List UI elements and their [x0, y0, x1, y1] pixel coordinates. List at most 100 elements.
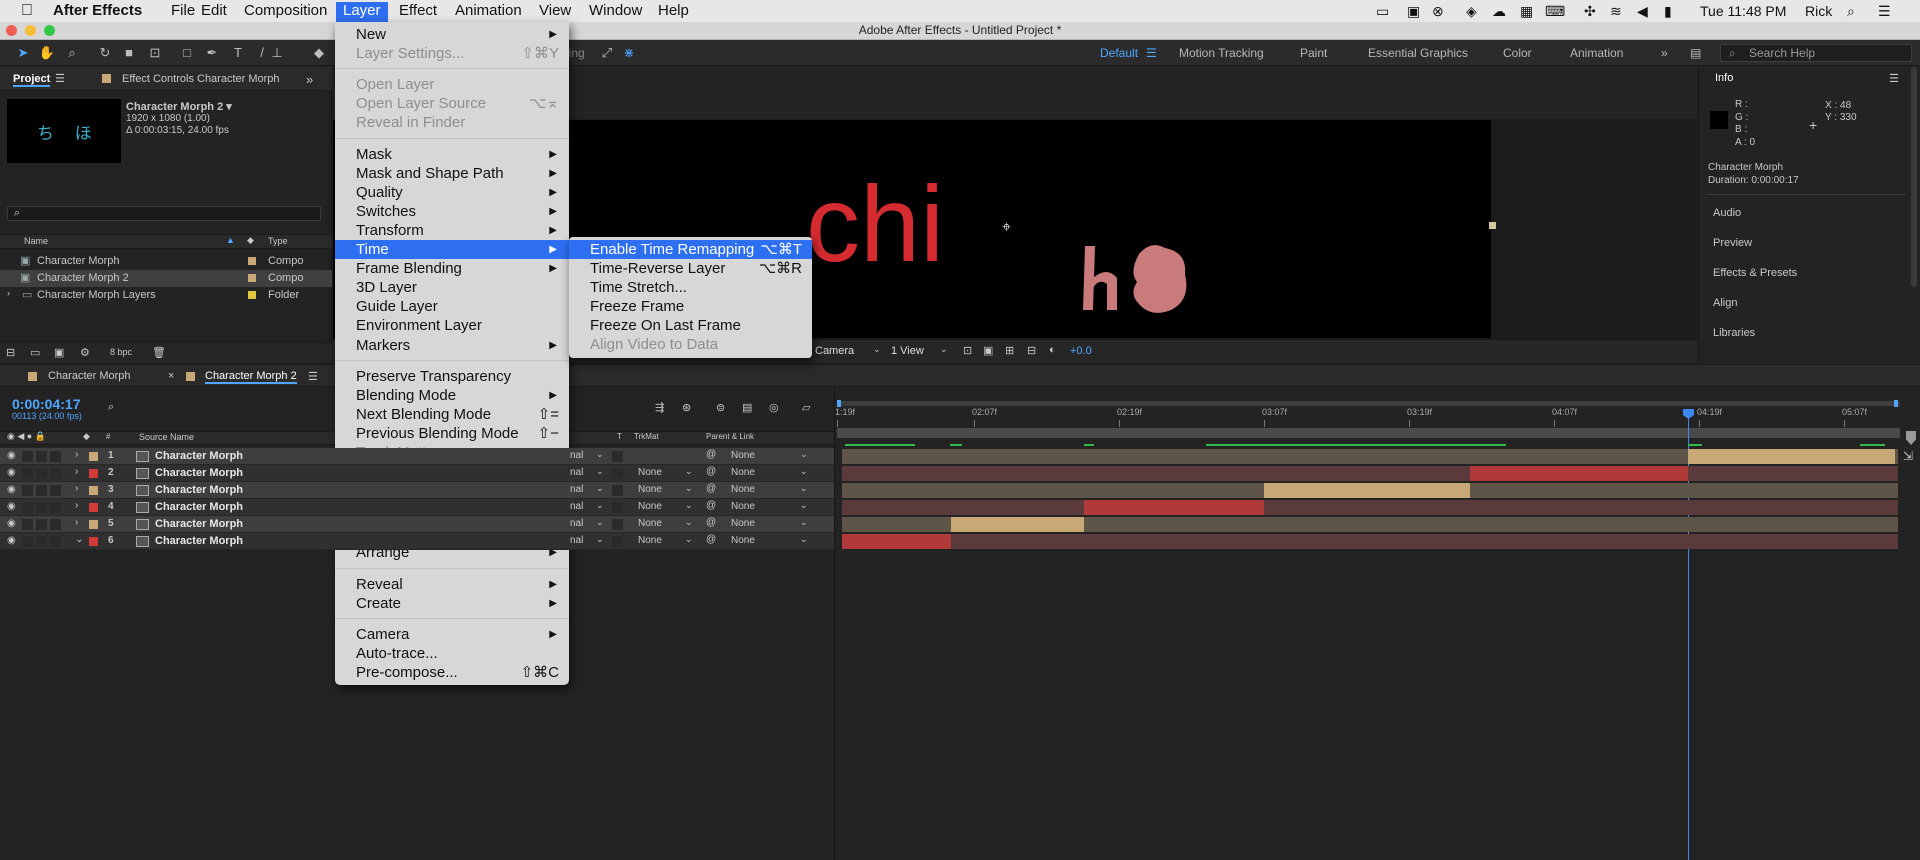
col-parent-link[interactable]: Parent & Link [706, 432, 754, 441]
track-matte-dropdown[interactable]: None [638, 484, 662, 495]
pickwhip-icon[interactable]: @ [706, 517, 716, 528]
layer-active-bar[interactable] [1264, 483, 1470, 498]
switch-box[interactable] [50, 536, 61, 547]
label-column-icon[interactable]: ◆ [247, 235, 254, 246]
layer-label-swatch[interactable] [89, 469, 98, 478]
layer-active-bar[interactable] [951, 517, 1084, 532]
exposure-value[interactable]: +0.0 [1070, 345, 1092, 357]
menu-app-name[interactable]: After Effects [46, 2, 149, 22]
twirl-arrow-icon[interactable]: › [75, 500, 78, 511]
panel-align[interactable]: Align [1713, 297, 1737, 309]
preserve-transparency-box[interactable] [612, 451, 623, 462]
battery-icon[interactable]: ▮ [1664, 2, 1672, 20]
layer-label-swatch[interactable] [89, 452, 98, 461]
menu-effect[interactable]: Effect [392, 2, 444, 22]
layer-menu-camera[interactable]: Camera ▶ [335, 625, 569, 644]
project-menu-icon[interactable]: ☰ [55, 72, 65, 85]
script-icon[interactable]: ▣ [1407, 2, 1420, 20]
layer-label-swatch[interactable] [89, 486, 98, 495]
menu-window[interactable]: Window [582, 2, 649, 22]
switch-box[interactable] [22, 502, 33, 513]
marker-icon[interactable]: ⇲ [1903, 449, 1913, 463]
trash-icon[interactable]: 🗑 [152, 346, 166, 359]
visibility-eye-icon[interactable]: ◉ [7, 484, 16, 495]
screen-icon[interactable]: ▭ [1376, 2, 1389, 20]
dropbox-icon[interactable]: ◈ [1466, 2, 1477, 20]
adjust-project-icon[interactable]: ⚙ [80, 346, 90, 359]
snap-grid-icon[interactable]: ⋇ [620, 44, 638, 62]
selection-tool-icon[interactable]: ➤ [14, 44, 32, 62]
workspace-animation[interactable]: Animation [1570, 45, 1623, 61]
layer-duration-track[interactable] [842, 466, 1898, 481]
current-timecode[interactable]: 0:00:04:17 [12, 396, 81, 412]
fast-preview-icon[interactable]: ▣ [983, 344, 993, 357]
move-icon[interactable]: ✣ [1584, 2, 1596, 20]
toggle-pixel-icon[interactable]: ⊡ [963, 344, 972, 357]
panel-libraries[interactable]: Libraries [1713, 327, 1755, 339]
parent-chevron-icon[interactable]: ⌄ [800, 500, 808, 511]
panel-preview[interactable]: Preview [1713, 237, 1752, 249]
layer-menu-transform[interactable]: Transform ▶ [335, 221, 569, 240]
preserve-transparency-box[interactable] [612, 536, 623, 547]
tab-close-icon[interactable]: × [168, 370, 174, 382]
comp-name[interactable]: Character Morph 2 ▾ [126, 100, 232, 113]
parent-dropdown[interactable]: None [731, 450, 755, 461]
rectangle-tool-icon[interactable]: □ [178, 44, 196, 62]
camera-dropdown[interactable]: Camera [815, 345, 854, 357]
clock[interactable]: Tue 11:48 PM [1700, 2, 1786, 20]
layer-active-bar[interactable] [842, 534, 951, 549]
mode-chevron-icon[interactable]: ⌄ [596, 483, 604, 494]
layer-label-swatch[interactable] [89, 537, 98, 546]
rotate-tool-icon[interactable]: ↻ [96, 44, 114, 62]
label-header-icon[interactable]: ◆ [83, 431, 90, 442]
bounding-handle[interactable] [1489, 222, 1496, 229]
twirl-arrow-icon[interactable]: › [75, 449, 78, 460]
tab-effect-controls[interactable]: Effect Controls Character Morph [122, 73, 280, 85]
switch-box[interactable] [36, 502, 47, 513]
workspace-default[interactable]: Default [1100, 45, 1138, 61]
minimize-window-button[interactable] [25, 25, 36, 36]
tab-info[interactable]: Info [1715, 72, 1733, 84]
mode-chevron-icon[interactable]: ⌄ [596, 449, 604, 460]
menu-composition[interactable]: Composition [237, 2, 334, 22]
trkmat-chevron-icon[interactable]: ⌄ [685, 483, 693, 494]
switch-box[interactable] [50, 451, 61, 462]
switch-box[interactable] [36, 451, 47, 462]
preserve-transparency-box[interactable] [612, 519, 623, 530]
mode-chevron-icon[interactable]: ⌄ [596, 534, 604, 545]
pen-tool-icon[interactable]: ✒ [203, 44, 221, 62]
preserve-transparency-box[interactable] [612, 468, 623, 479]
panel-expand-icon[interactable]: » [306, 72, 313, 87]
blend-mode[interactable]: nal [570, 535, 583, 546]
switch-box[interactable] [22, 485, 33, 496]
expand-arrow-icon[interactable]: › [7, 288, 10, 298]
layer-menu-switches[interactable]: Switches ▶ [335, 202, 569, 221]
parent-chevron-icon[interactable]: ⌄ [800, 483, 808, 494]
shy-layers-icon[interactable]: ⊜ [716, 401, 725, 414]
layer-menu-next-blending-mode[interactable]: Next Blending Mode ⇧= [335, 405, 569, 424]
mode-chevron-icon[interactable]: ⌄ [596, 500, 604, 511]
twirl-arrow-icon[interactable]: › [75, 466, 78, 477]
more-workspaces-icon[interactable]: » [1661, 45, 1668, 61]
parent-dropdown[interactable]: None [731, 535, 755, 546]
layer-menu-mask-and-shape-path[interactable]: Mask and Shape Path ▶ [335, 164, 569, 183]
pickwhip-icon[interactable]: @ [706, 534, 716, 545]
menu-edit[interactable]: Edit [194, 2, 234, 22]
graph-editor-icon[interactable]: ▱ [802, 401, 810, 414]
visibility-eye-icon[interactable]: ◉ [7, 501, 16, 512]
layer-label-swatch[interactable] [89, 503, 98, 512]
workspace-panel-icon[interactable]: ▤ [1690, 45, 1701, 61]
layer-menu-reveal[interactable]: Reveal ▶ [335, 575, 569, 594]
timeline-search-icon[interactable]: ⌕ [108, 401, 114, 414]
work-area-end[interactable] [1894, 400, 1898, 407]
col-trkmat[interactable]: TrkMat [634, 432, 659, 441]
layer-menu-auto-trace[interactable]: Auto-trace... [335, 644, 569, 663]
col-source-name[interactable]: Source Name [139, 432, 194, 442]
layer-menu-guide-layer[interactable]: Guide Layer [335, 297, 569, 316]
visibility-eye-icon[interactable]: ◉ [7, 450, 16, 461]
switch-box[interactable] [22, 451, 33, 462]
wifi-icon[interactable]: ≋ [1610, 2, 1622, 20]
layer-menu-pre-compose[interactable]: Pre-compose... ⇧⌘C [335, 663, 569, 682]
switch-box[interactable] [22, 468, 33, 479]
layer-menu-quality[interactable]: Quality ▶ [335, 183, 569, 202]
